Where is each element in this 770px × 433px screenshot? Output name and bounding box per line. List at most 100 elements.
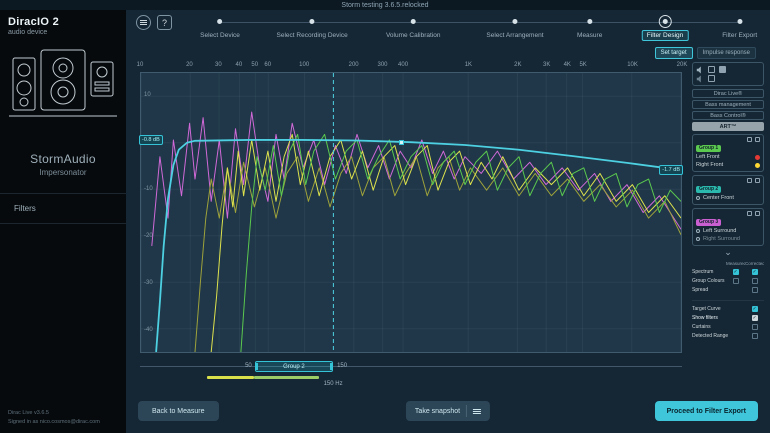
channel-select-dot[interactable]: [696, 237, 700, 241]
freq-tick: 40: [236, 62, 243, 68]
speaker-icon[interactable]: [696, 66, 704, 74]
speaker-icon[interactable]: [747, 178, 752, 183]
step-dot: [218, 19, 223, 24]
column-header-corrected: Corrected: [745, 261, 764, 266]
slider-track[interactable]: [140, 366, 682, 367]
plot-area[interactable]: 100-10-20-30-40 -0.8 dB -1.7 dB: [140, 72, 682, 353]
channel-center-front[interactable]: Center Front: [696, 194, 760, 202]
db-tick: -20: [144, 233, 153, 239]
speaker-icon[interactable]: [747, 137, 752, 142]
channel-select-dot[interactable]: [696, 196, 700, 200]
group-range-handle[interactable]: Group 2: [255, 361, 333, 372]
module-bass-control[interactable]: Bass Control®: [692, 111, 764, 120]
step-label: Filter Export: [722, 32, 757, 39]
freq-tick: 5K: [579, 62, 586, 68]
group-badge[interactable]: Group 3: [696, 219, 721, 226]
checkbox-slot: ✓: [745, 315, 764, 321]
checkbox[interactable]: [733, 278, 739, 284]
device-model: Impersonator: [0, 168, 126, 177]
channel-left-front[interactable]: Left Front: [696, 153, 760, 161]
menu-button[interactable]: [136, 15, 151, 30]
module-bass-management[interactable]: Bass management: [692, 100, 764, 109]
group-badge[interactable]: Group 2: [696, 186, 721, 193]
speaker-groups: Group 1 Left FrontRight Front Group 2Cente…: [692, 134, 764, 246]
checkbox[interactable]: ✓: [752, 269, 758, 275]
subtab-impulse-response[interactable]: Impulse response: [697, 47, 756, 59]
checkbox[interactable]: ✓: [752, 306, 758, 312]
channel-select-dot[interactable]: [696, 229, 700, 233]
channel-right-surround[interactable]: Right Surround: [696, 235, 760, 243]
focus-icon[interactable]: [755, 211, 760, 216]
freq-tick: 4K: [564, 62, 571, 68]
step-measure[interactable]: Measure: [577, 19, 602, 42]
group-badge[interactable]: Group 1: [696, 145, 721, 152]
target-curve-control-point[interactable]: [399, 140, 404, 145]
app-version: Dirac Live v3.6.5: [8, 409, 100, 418]
step-select-device[interactable]: Select Device: [200, 19, 240, 42]
channel-right-front[interactable]: Right Front: [696, 161, 760, 169]
checkbox[interactable]: ✓: [733, 269, 739, 275]
step-volume-calibration[interactable]: Volume Calibration: [386, 19, 441, 42]
freq-tick: 20: [186, 62, 193, 68]
display-toggle-curtains: Curtains: [692, 322, 764, 331]
filter-bar: [254, 376, 319, 379]
step-dot: [663, 19, 668, 24]
step-select-recording-device[interactable]: Select Recording Device: [277, 19, 348, 42]
grid-icon[interactable]: [708, 66, 715, 73]
sidebar-item-filters[interactable]: Filters: [0, 194, 126, 223]
channel-left-surround[interactable]: Left Surround: [696, 227, 760, 235]
channel-color-dot: [755, 155, 760, 160]
step-select-arrangement[interactable]: Select Arrangement: [486, 19, 543, 42]
target-level-left-value: -0.8 dB: [142, 137, 160, 143]
snapshot-history-icon: [473, 409, 481, 414]
crossover-high-value: 150: [337, 363, 351, 369]
filter-range-bars: [140, 376, 682, 380]
focus-icon[interactable]: [755, 137, 760, 142]
sidebar-footer: Dirac Live v3.6.5 Signed in as nico.cosm…: [8, 409, 100, 427]
crossover-low-value: 50: [238, 363, 252, 369]
step-label: Filter Design: [642, 30, 688, 41]
checkbox-slot: [726, 278, 745, 284]
step-filter-design[interactable]: Filter Design: [642, 19, 688, 42]
target-level-handle-right[interactable]: -1.7 dB: [659, 165, 683, 175]
focus-icon[interactable]: [755, 178, 760, 183]
view-toggle-spread: Spread: [692, 285, 764, 294]
scroll-down-chevron[interactable]: ⌄: [692, 249, 764, 257]
channel-label: Left Front: [696, 154, 720, 160]
freq-tick: 10: [137, 62, 144, 68]
step-label: Measure: [577, 32, 602, 39]
checkbox[interactable]: [752, 287, 758, 293]
step-label: Select Device: [200, 32, 240, 39]
checkbox[interactable]: ✓: [752, 315, 758, 321]
brand-logo: DiracIO 2: [8, 16, 118, 28]
freq-tick: 2K: [514, 62, 521, 68]
crossover-frequency-label: 150 Hz: [313, 381, 353, 387]
checkbox[interactable]: [752, 333, 758, 339]
crossover-slider: 50 Group 2 150: [140, 360, 682, 372]
view-toggle-spectrum: Spectrum✓✓: [692, 267, 764, 276]
subtab-set-target[interactable]: Set target: [655, 47, 693, 59]
module-art[interactable]: ART™: [692, 122, 764, 131]
toggle-label: Group Colours: [692, 278, 726, 284]
help-button[interactable]: ?: [157, 15, 172, 30]
take-snapshot-button[interactable]: Take snapshot: [406, 401, 490, 421]
proceed-to-filter-export-button[interactable]: Proceed to Filter Export: [655, 401, 758, 421]
step-filter-export[interactable]: Filter Export: [722, 19, 757, 42]
back-to-measure-button[interactable]: Back to Measure: [138, 401, 219, 421]
checkbox-slot: [745, 278, 764, 284]
toggle-label: Curtains: [692, 324, 745, 330]
checkbox[interactable]: [752, 278, 758, 284]
freq-tick: 3K: [543, 62, 550, 68]
top-navigation: ? Select Device Select Recording Device Vo…: [126, 10, 770, 62]
toggle-label: Spread: [692, 287, 726, 293]
freq-tick: 100: [299, 62, 309, 68]
checkbox[interactable]: [752, 324, 758, 330]
layers-icon[interactable]: [719, 66, 726, 73]
curve-magenta-measurement: [152, 112, 681, 246]
monitor-speaker-icon[interactable]: [696, 75, 704, 83]
module-dirac-live[interactable]: Dirac Live®: [692, 89, 764, 98]
speaker-icon[interactable]: [747, 211, 752, 216]
target-icon[interactable]: [708, 75, 715, 82]
group-range-label: Group 2: [283, 364, 305, 370]
target-level-handle-left[interactable]: -0.8 dB: [139, 135, 163, 145]
